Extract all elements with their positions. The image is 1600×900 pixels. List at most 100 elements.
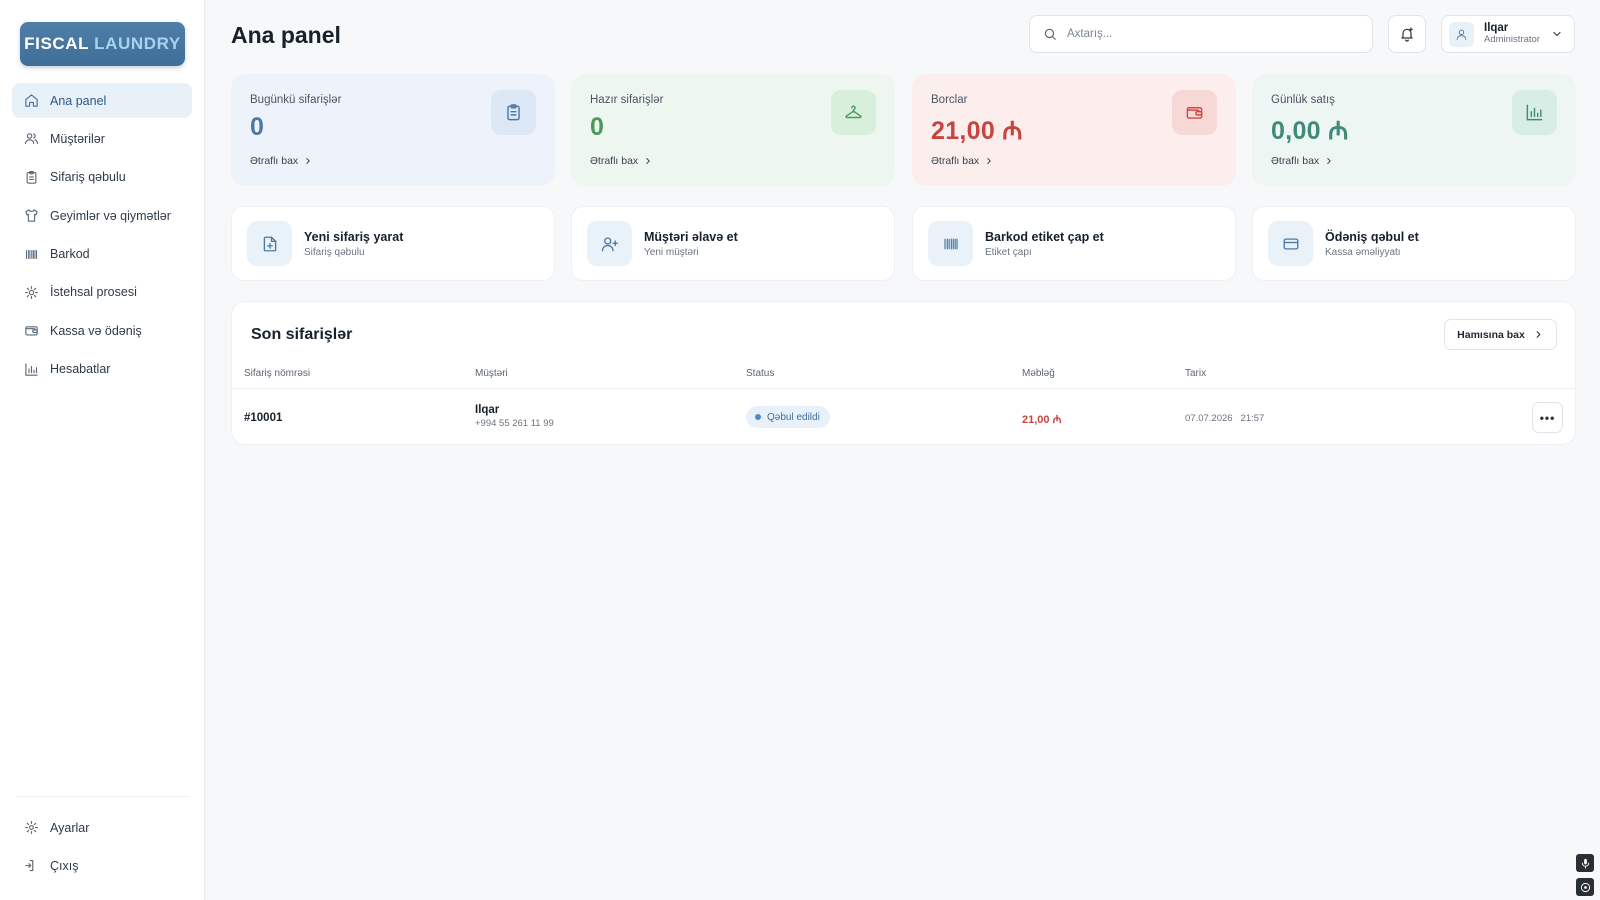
wallet-icon [1185, 103, 1204, 122]
sidebar-item-logout[interactable]: Çıxış [12, 848, 192, 883]
customer-phone: +994 55 261 11 99 [475, 417, 554, 429]
order-customer: Ilqar +994 55 261 11 99 [475, 404, 554, 429]
wallet-icon [24, 323, 39, 338]
bar-chart-icon [1525, 103, 1544, 122]
stat-more-link[interactable]: Ətraflı bax [250, 155, 313, 167]
logo-text-laundry: LAUNDRY [94, 34, 181, 53]
action-text: Ödəniş qəbul et Kassa əməliyyatı [1325, 230, 1419, 258]
sidebar-item-order-intake[interactable]: Sifariş qəbulu [12, 160, 192, 195]
customer-name: Ilqar [475, 404, 500, 416]
chevron-down-icon [1551, 28, 1563, 40]
chevron-right-icon [984, 156, 994, 166]
logo-text-fiscal: FISCAL [24, 34, 90, 53]
action-icon-box [587, 221, 632, 266]
action-title: Barkod etiket çap et [985, 229, 1104, 244]
chevron-right-icon [1324, 156, 1334, 166]
stat-card-today-orders: Bugünkü sifarişlər 0 Ətraflı bax [231, 74, 555, 186]
action-subtitle: Etiket çapı [985, 246, 1032, 258]
user-role: Administrator [1484, 34, 1540, 46]
stat-more-link[interactable]: Ətraflı bax [590, 155, 653, 167]
clipboard-icon [24, 170, 39, 185]
order-date-time: 21:57 [1240, 413, 1265, 424]
bell-icon [1399, 26, 1415, 42]
action-icon-box [1268, 221, 1313, 266]
column-header-status[interactable]: Status [746, 368, 774, 379]
sidebar-item-label: Barkod [50, 247, 90, 262]
recent-orders-title: Son sifarişlər [251, 326, 353, 343]
hanger-icon [844, 103, 863, 122]
search-input[interactable] [1067, 28, 1347, 40]
stat-more-link[interactable]: Ətraflı bax [931, 155, 994, 167]
sidebar-item-cashbox[interactable]: Kassa və ödəniş [12, 313, 192, 348]
recent-orders-panel: Son sifarişlər Hamısına bax Sifariş nömr… [231, 301, 1576, 445]
action-subtitle: Kassa əməliyyatı [1325, 246, 1401, 258]
user-menu[interactable]: Ilqar Administrator [1441, 15, 1575, 53]
stat-more-label: Ətraflı bax [590, 155, 639, 167]
sidebar-item-customers[interactable]: Müştərilər [12, 121, 192, 156]
notifications-button[interactable] [1388, 15, 1426, 53]
status-dot [755, 414, 761, 420]
page-title: Ana panel [231, 22, 341, 48]
column-header-customer[interactable]: Müştəri [475, 368, 508, 379]
stat-badge [491, 90, 536, 135]
bar-chart-icon [24, 362, 39, 377]
app-logo[interactable]: FISCAL LAUNDRY [20, 22, 185, 66]
action-title: Ödəniş qəbul et [1325, 229, 1419, 244]
sidebar-item-label: Ana panel [50, 93, 107, 108]
action-add-customer[interactable]: Müştəri əlavə et Yeni müştəri [571, 206, 895, 281]
order-amount: 21,00 ₼ [1022, 414, 1062, 426]
table-divider [232, 388, 1575, 389]
sidebar-item-barcode[interactable]: Barkod [12, 237, 192, 272]
action-accept-payment[interactable]: Ödəniş qəbul et Kassa əməliyyatı [1252, 206, 1576, 281]
stat-card-daily-sales: Günlük satış 0,00 ₼ Ətraflı bax [1252, 74, 1576, 186]
sidebar-item-label: Kassa və ödəniş [50, 323, 142, 338]
target-icon [1580, 882, 1591, 893]
action-new-order[interactable]: Yeni sifariş yarat Sifariş qəbulu [231, 206, 555, 281]
column-header-order-no[interactable]: Sifariş nömrəsi [244, 368, 310, 379]
sidebar-divider [16, 796, 188, 797]
stat-more-label: Ətraflı bax [1271, 155, 1320, 167]
more-horizontal-icon: ••• [1539, 410, 1556, 425]
action-icon-box [247, 221, 292, 266]
shirt-icon [24, 208, 39, 223]
target-button[interactable] [1576, 878, 1594, 896]
stat-card-debts: Borclar 21,00 ₼ Ətraflı bax [912, 74, 1236, 186]
see-all-label: Hamısına bax [1457, 328, 1525, 341]
action-print-barcode[interactable]: Barkod etiket çap et Etiket çapı [912, 206, 1236, 281]
column-header-amount[interactable]: Məbləğ [1022, 368, 1055, 379]
avatar [1449, 21, 1474, 47]
row-more-button[interactable]: ••• [1532, 402, 1563, 433]
see-all-button[interactable]: Hamısına bax [1444, 319, 1557, 350]
sidebar-item-settings[interactable]: Ayarlar [12, 810, 192, 845]
status-badge: Qəbul edildi [746, 406, 830, 428]
search-icon [1043, 27, 1057, 41]
mic-button[interactable] [1576, 854, 1594, 872]
file-plus-icon [261, 235, 279, 253]
sidebar-item-label: Sifariş qəbulu [50, 170, 126, 185]
user-plus-icon [601, 235, 619, 253]
sidebar-item-ana-panel[interactable]: Ana panel [12, 83, 192, 118]
stat-more-link[interactable]: Ətraflı bax [1271, 155, 1334, 167]
order-number[interactable]: #10001 [244, 412, 282, 424]
order-date-day: 07.07.2026 [1185, 413, 1233, 424]
sidebar-item-label: Ayarlar [50, 820, 90, 835]
stat-badge [1512, 90, 1557, 135]
column-header-date[interactable]: Tarix [1185, 368, 1206, 379]
order-date: 07.07.2026 21:57 [1185, 413, 1264, 424]
stat-badge [831, 90, 876, 135]
search-box[interactable] [1029, 15, 1373, 53]
action-subtitle: Sifariş qəbulu [304, 246, 365, 258]
stat-more-label: Ətraflı bax [250, 155, 299, 167]
chevron-right-icon [303, 156, 313, 166]
action-text: Müştəri əlavə et Yeni müştəri [644, 230, 738, 258]
sidebar-item-garments-prices[interactable]: Geyimlər və qiymətlər [12, 198, 192, 233]
sun-gear-icon [24, 285, 39, 300]
stat-more-label: Ətraflı bax [931, 155, 980, 167]
sidebar-nav: Ana panel Müştərilər Sifariş qəbulu Geyi… [12, 83, 192, 390]
home-icon [24, 93, 39, 108]
chevron-right-icon [643, 156, 653, 166]
sidebar-item-reports[interactable]: Hesabatlar [12, 352, 192, 387]
sidebar-item-production[interactable]: İstehsal prosesi [12, 275, 192, 310]
action-text: Yeni sifariş yarat Sifariş qəbulu [304, 230, 403, 258]
sidebar-item-label: İstehsal prosesi [50, 285, 137, 300]
